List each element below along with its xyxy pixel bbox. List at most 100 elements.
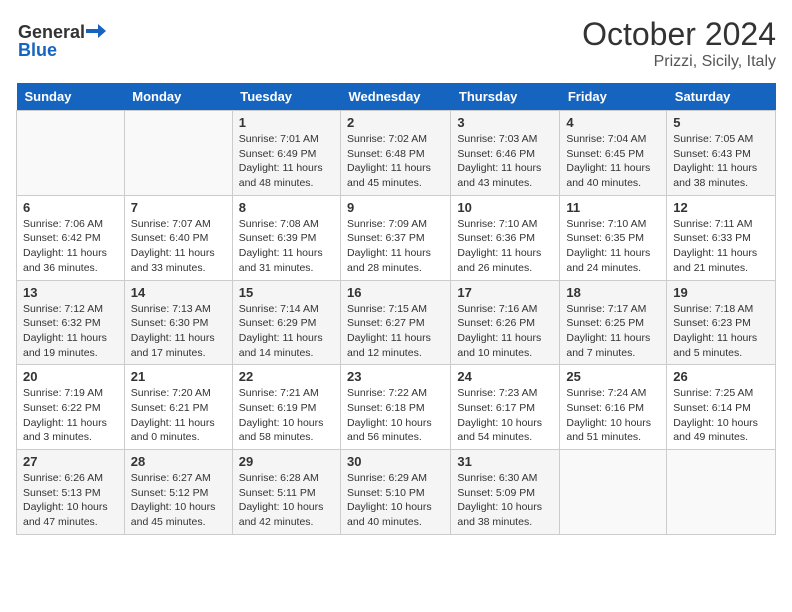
day-info: Sunrise: 7:17 AM Sunset: 6:25 PM Dayligh…: [566, 302, 660, 361]
calendar-cell: 7 Sunrise: 7:07 AM Sunset: 6:40 PM Daylig…: [124, 195, 232, 280]
day-number: 15: [239, 285, 334, 300]
day-info: Sunrise: 7:11 AM Sunset: 6:33 PM Dayligh…: [673, 217, 769, 276]
day-info: Sunrise: 6:26 AM Sunset: 5:13 PM Dayligh…: [23, 471, 118, 530]
calendar-cell: 24Sunrise: 7:23 AM Sunset: 6:17 PM Dayli…: [451, 365, 560, 450]
day-header-thursday: Thursday: [451, 83, 560, 111]
logo-icon: General Blue: [16, 16, 106, 66]
calendar-cell: 11 Sunrise: 7:10 AM Sunset: 6:35 PM Dayli…: [560, 195, 667, 280]
day-info: Sunrise: 7:07 AM Sunset: 6:40 PM Dayligh…: [131, 217, 226, 276]
day-number: 24: [457, 369, 553, 384]
calendar-cell: 26 Sunrise: 7:25 AM Sunset: 6:14 PM Dayli…: [667, 365, 776, 450]
day-number: 31: [457, 454, 553, 469]
day-info: Sunrise: 7:18 AM Sunset: 6:23 PM Dayligh…: [673, 302, 769, 361]
day-number: 10: [457, 200, 553, 215]
calendar-cell: 3 Sunrise: 7:03 AM Sunset: 6:46 PM Daylig…: [451, 111, 560, 196]
day-number: 11: [566, 200, 660, 215]
day-number: 16: [347, 285, 444, 300]
day-info: Sunrise: 7:03 AM Sunset: 6:46 PM Dayligh…: [457, 132, 553, 191]
day-info: Sunrise: 7:22 AM Sunset: 6:18 PM Dayligh…: [347, 386, 444, 445]
calendar-cell: 4Sunrise: 7:04 AM Sunset: 6:45 PM Daylig…: [560, 111, 667, 196]
calendar-cell: 22 Sunrise: 7:21 AM Sunset: 6:19 PM Dayli…: [232, 365, 340, 450]
calendar-cell: 30 Sunrise: 6:29 AM Sunset: 5:10 PM Dayli…: [341, 450, 451, 535]
day-header-wednesday: Wednesday: [341, 83, 451, 111]
day-number: 18: [566, 285, 660, 300]
day-info: Sunrise: 6:27 AM Sunset: 5:12 PM Dayligh…: [131, 471, 226, 530]
calendar-cell: 6Sunrise: 7:06 AM Sunset: 6:42 PM Daylig…: [17, 195, 125, 280]
page-title: October 2024: [582, 16, 776, 53]
day-info: Sunrise: 7:12 AM Sunset: 6:32 PM Dayligh…: [23, 302, 118, 361]
day-number: 1: [239, 115, 334, 130]
calendar-cell: 8Sunrise: 7:08 AM Sunset: 6:39 PM Daylig…: [232, 195, 340, 280]
day-info: Sunrise: 6:28 AM Sunset: 5:11 PM Dayligh…: [239, 471, 334, 530]
day-number: 23: [347, 369, 444, 384]
calendar-cell: 28 Sunrise: 6:27 AM Sunset: 5:12 PM Dayli…: [124, 450, 232, 535]
day-info: Sunrise: 7:10 AM Sunset: 6:35 PM Dayligh…: [566, 217, 660, 276]
day-info: Sunrise: 6:29 AM Sunset: 5:10 PM Dayligh…: [347, 471, 444, 530]
day-number: 21: [131, 369, 226, 384]
day-info: Sunrise: 7:25 AM Sunset: 6:14 PM Dayligh…: [673, 386, 769, 445]
day-header-monday: Monday: [124, 83, 232, 111]
day-info: Sunrise: 7:16 AM Sunset: 6:26 PM Dayligh…: [457, 302, 553, 361]
logo: General Blue: [16, 16, 106, 71]
calendar-cell: 21 Sunrise: 7:20 AM Sunset: 6:21 PM Dayli…: [124, 365, 232, 450]
day-number: 28: [131, 454, 226, 469]
page-header: General Blue October 2024 Prizzi, Sicily…: [16, 16, 776, 71]
svg-text:Blue: Blue: [18, 40, 57, 60]
page-subtitle: Prizzi, Sicily, Italy: [582, 53, 776, 71]
calendar-cell: 29Sunrise: 6:28 AM Sunset: 5:11 PM Dayli…: [232, 450, 340, 535]
calendar-cell: [17, 111, 125, 196]
day-number: 6: [23, 200, 118, 215]
day-header-sunday: Sunday: [17, 83, 125, 111]
calendar-cell: 15 Sunrise: 7:14 AM Sunset: 6:29 PM Dayli…: [232, 280, 340, 365]
calendar-cell: 20 Sunrise: 7:19 AM Sunset: 6:22 PM Dayli…: [17, 365, 125, 450]
calendar-cell: 9Sunrise: 7:09 AM Sunset: 6:37 PM Daylig…: [341, 195, 451, 280]
title-block: October 2024 Prizzi, Sicily, Italy: [582, 16, 776, 71]
day-number: 17: [457, 285, 553, 300]
calendar-cell: 23 Sunrise: 7:22 AM Sunset: 6:18 PM Dayli…: [341, 365, 451, 450]
day-info: Sunrise: 7:19 AM Sunset: 6:22 PM Dayligh…: [23, 386, 118, 445]
calendar-cell: 13Sunrise: 7:12 AM Sunset: 6:32 PM Dayli…: [17, 280, 125, 365]
calendar-cell: 17 Sunrise: 7:16 AM Sunset: 6:26 PM Dayli…: [451, 280, 560, 365]
calendar-table: SundayMondayTuesdayWednesdayThursdayFrid…: [16, 83, 776, 535]
day-number: 26: [673, 369, 769, 384]
calendar-cell: 10 Sunrise: 7:10 AM Sunset: 6:36 PM Dayli…: [451, 195, 560, 280]
day-info: Sunrise: 7:24 AM Sunset: 6:16 PM Dayligh…: [566, 386, 660, 445]
day-info: Sunrise: 7:14 AM Sunset: 6:29 PM Dayligh…: [239, 302, 334, 361]
day-number: 25: [566, 369, 660, 384]
svg-text:General: General: [18, 22, 85, 42]
calendar-cell: [667, 450, 776, 535]
calendar-cell: 27 Sunrise: 6:26 AM Sunset: 5:13 PM Dayli…: [17, 450, 125, 535]
day-number: 22: [239, 369, 334, 384]
day-number: 3: [457, 115, 553, 130]
calendar-cell: [560, 450, 667, 535]
day-number: 27: [23, 454, 118, 469]
day-info: Sunrise: 7:15 AM Sunset: 6:27 PM Dayligh…: [347, 302, 444, 361]
day-info: Sunrise: 7:04 AM Sunset: 6:45 PM Dayligh…: [566, 132, 660, 191]
day-info: Sunrise: 7:08 AM Sunset: 6:39 PM Dayligh…: [239, 217, 334, 276]
calendar-cell: 14 Sunrise: 7:13 AM Sunset: 6:30 PM Dayli…: [124, 280, 232, 365]
calendar-cell: 5Sunrise: 7:05 AM Sunset: 6:43 PM Daylig…: [667, 111, 776, 196]
day-info: Sunrise: 7:13 AM Sunset: 6:30 PM Dayligh…: [131, 302, 226, 361]
day-number: 9: [347, 200, 444, 215]
calendar-cell: 25 Sunrise: 7:24 AM Sunset: 6:16 PM Dayli…: [560, 365, 667, 450]
calendar-cell: 19 Sunrise: 7:18 AM Sunset: 6:23 PM Dayli…: [667, 280, 776, 365]
day-number: 12: [673, 200, 769, 215]
day-info: Sunrise: 7:21 AM Sunset: 6:19 PM Dayligh…: [239, 386, 334, 445]
calendar-cell: 2Sunrise: 7:02 AM Sunset: 6:48 PM Daylig…: [341, 111, 451, 196]
day-info: Sunrise: 7:01 AM Sunset: 6:49 PM Dayligh…: [239, 132, 334, 191]
day-info: Sunrise: 7:20 AM Sunset: 6:21 PM Dayligh…: [131, 386, 226, 445]
day-header-saturday: Saturday: [667, 83, 776, 111]
day-number: 7: [131, 200, 226, 215]
day-number: 19: [673, 285, 769, 300]
calendar-cell: 31Sunrise: 6:30 AM Sunset: 5:09 PM Dayli…: [451, 450, 560, 535]
day-number: 14: [131, 285, 226, 300]
calendar-cell: [124, 111, 232, 196]
calendar-cell: 1 Sunrise: 7:01 AM Sunset: 6:49 PM Daylig…: [232, 111, 340, 196]
day-number: 2: [347, 115, 444, 130]
day-number: 20: [23, 369, 118, 384]
day-number: 5: [673, 115, 769, 130]
day-number: 30: [347, 454, 444, 469]
day-info: Sunrise: 7:10 AM Sunset: 6:36 PM Dayligh…: [457, 217, 553, 276]
calendar-cell: 18 Sunrise: 7:17 AM Sunset: 6:25 PM Dayli…: [560, 280, 667, 365]
calendar-cell: 12 Sunrise: 7:11 AM Sunset: 6:33 PM Dayli…: [667, 195, 776, 280]
